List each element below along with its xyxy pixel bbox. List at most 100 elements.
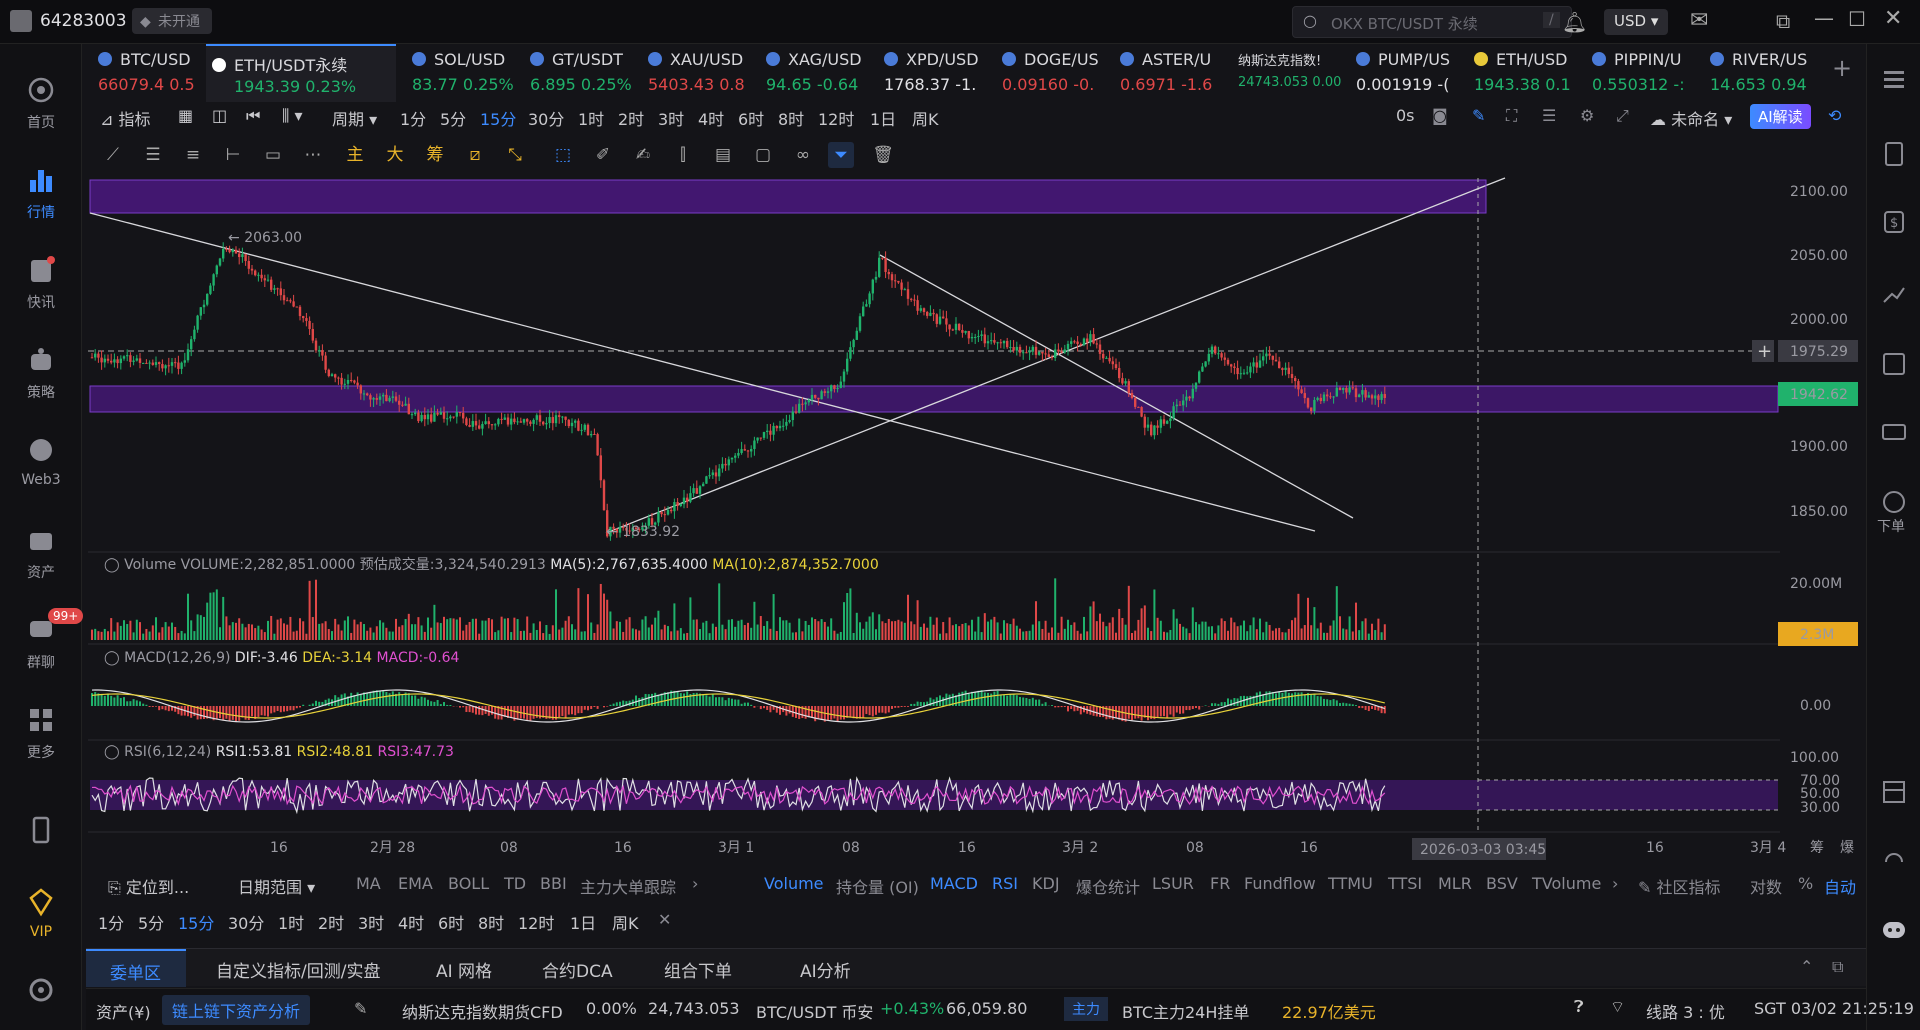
onchain-analysis-button[interactable]: 链上链下资产分析 xyxy=(162,995,311,1025)
sub-oi[interactable]: 持仓量 (OI) xyxy=(836,874,919,898)
volume-bar xyxy=(1185,628,1188,640)
sub-fundflow[interactable]: Fundflow xyxy=(1244,874,1316,893)
ind-ema[interactable]: EMA xyxy=(398,874,433,893)
sub-ttsi[interactable]: TTSI xyxy=(1388,874,1422,893)
chevron-up-icon[interactable]: ⌃ xyxy=(1800,957,1813,976)
volume-bar xyxy=(660,629,663,640)
trendline-descending-1[interactable] xyxy=(89,212,1316,532)
ind-bbi[interactable]: BBI xyxy=(540,874,567,893)
candle-body xyxy=(1028,351,1031,353)
volume-bar xyxy=(375,626,378,640)
macd-bar xyxy=(116,695,119,706)
close-icon[interactable]: ✕ xyxy=(658,910,671,929)
btf-12h[interactable]: 12时 xyxy=(518,910,554,934)
btf-15m[interactable]: 15分 xyxy=(178,910,214,934)
tab-ai-grid[interactable]: AI 网格 xyxy=(436,957,492,982)
edit-icon[interactable]: ✎ xyxy=(354,999,367,1018)
tab-custom-indicators[interactable]: 自定义指标/回测/实盘 xyxy=(216,957,380,982)
tab-dca[interactable]: 合约DCA xyxy=(542,957,613,982)
btf-30m[interactable]: 30分 xyxy=(228,910,264,934)
macd-bar xyxy=(449,704,452,706)
macd-bar xyxy=(1070,706,1073,710)
sub-tvolume[interactable]: TVolume xyxy=(1532,874,1601,893)
liquidation-axis-label[interactable]: 爆 xyxy=(1840,840,1854,856)
auto-scale-toggle[interactable]: 自动 xyxy=(1824,874,1856,898)
volume-bar xyxy=(129,620,132,640)
macd-bar xyxy=(1092,706,1095,716)
tab-combo-order[interactable]: 组合下单 xyxy=(664,957,732,982)
help-icon[interactable]: ❓︎ xyxy=(1574,997,1584,1017)
macd-bar xyxy=(151,706,154,707)
chevron-right-icon[interactable]: › xyxy=(692,874,698,893)
btf-4h[interactable]: 4时 xyxy=(398,910,424,934)
line-status[interactable]: 线路 3 : 优 xyxy=(1646,999,1725,1023)
sub-ttmu[interactable]: TTMU xyxy=(1328,874,1373,893)
volume-bar xyxy=(839,631,842,640)
volume-bar xyxy=(190,620,193,640)
volume-bar xyxy=(590,622,593,640)
macd-bar xyxy=(1284,690,1287,706)
candle-body xyxy=(695,488,698,494)
btf-5m[interactable]: 5分 xyxy=(138,910,164,934)
locate-button[interactable]: ⎘ 定位到... xyxy=(108,874,189,898)
macd-bar xyxy=(94,692,97,706)
percent-scale-toggle[interactable]: % xyxy=(1798,874,1813,893)
volume-bar xyxy=(1268,624,1271,640)
log-scale-toggle[interactable]: 对数 xyxy=(1750,874,1782,898)
btf-6h[interactable]: 6时 xyxy=(438,910,464,934)
sub-liquidation[interactable]: 爆仓统计 xyxy=(1076,874,1140,898)
btf-8h[interactable]: 8时 xyxy=(478,910,504,934)
sub-bsv[interactable]: BSV xyxy=(1486,874,1518,893)
macd-bar xyxy=(846,706,849,718)
btc-price: 66,059.80 xyxy=(946,999,1028,1018)
tab-ai-analysis[interactable]: AI分析 xyxy=(800,957,851,982)
chip-axis-label[interactable]: 筹 xyxy=(1810,839,1824,856)
sub-fr[interactable]: FR xyxy=(1210,874,1230,893)
candle-body xyxy=(1124,381,1127,384)
sub-volume[interactable]: Volume xyxy=(764,874,824,893)
tab-orders[interactable]: 委单区 xyxy=(86,949,186,987)
volume-bar xyxy=(1355,602,1357,640)
volume-bar xyxy=(491,619,493,640)
macd-bar xyxy=(571,706,573,715)
community-ind-button[interactable]: ✎ 社区指标 xyxy=(1638,874,1721,898)
chevron-right-icon[interactable]: › xyxy=(1612,874,1618,893)
btf-1m[interactable]: 1分 xyxy=(98,910,124,934)
popout-icon[interactable]: ⧉ xyxy=(1832,957,1843,977)
support-zone[interactable] xyxy=(89,385,1779,413)
btf-1d[interactable]: 1日 xyxy=(570,910,596,934)
sub-rsi[interactable]: RSI xyxy=(992,874,1018,893)
candle-body xyxy=(350,380,353,382)
sub-kdj[interactable]: KDJ xyxy=(1032,874,1060,893)
candle-body xyxy=(852,339,855,348)
macd-bar xyxy=(875,706,877,715)
macd-bar xyxy=(1147,706,1149,721)
volume-bar xyxy=(420,625,423,640)
volume-bar xyxy=(267,620,269,640)
candle-body xyxy=(871,279,874,294)
date-range-select[interactable]: 日期范围 ▾ xyxy=(238,874,315,898)
resistance-zone[interactable] xyxy=(89,179,1487,214)
btf-1h[interactable]: 1时 xyxy=(278,910,304,934)
sub-mlr[interactable]: MLR xyxy=(1438,874,1472,893)
assets-label[interactable]: 资产(¥) xyxy=(96,999,151,1023)
volume-bar xyxy=(855,612,858,640)
volume-bar xyxy=(846,592,849,640)
candle-body xyxy=(577,420,580,431)
candle-body xyxy=(567,419,570,427)
volume-bar xyxy=(1009,624,1012,640)
ind-main-force[interactable]: 主力大单跟踪 xyxy=(580,874,676,898)
candle-body xyxy=(986,341,990,344)
btf-2h[interactable]: 2时 xyxy=(318,910,344,934)
candle-body xyxy=(1313,399,1316,412)
ind-td[interactable]: TD xyxy=(504,874,526,893)
ind-ma[interactable]: MA xyxy=(356,874,381,893)
ind-boll[interactable]: BOLL xyxy=(448,874,489,893)
btf-3h[interactable]: 3时 xyxy=(358,910,384,934)
candle-body xyxy=(804,402,807,405)
volume-bar xyxy=(734,626,737,640)
volume-bar xyxy=(113,631,116,640)
sub-macd[interactable]: MACD xyxy=(930,874,978,893)
sub-lsur[interactable]: LSUR xyxy=(1152,874,1194,893)
btf-weekly[interactable]: 周K xyxy=(612,910,639,934)
